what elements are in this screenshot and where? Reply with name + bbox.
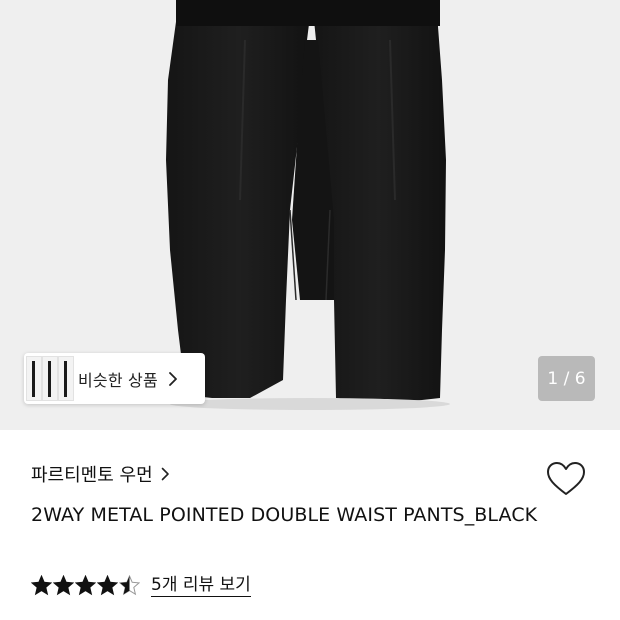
image-counter: 1 / 6 bbox=[538, 356, 595, 401]
chevron-right-icon bbox=[161, 467, 169, 481]
product-image-gallery[interactable]: 비슷한 상품 1 / 6 bbox=[0, 0, 620, 430]
star-icon bbox=[31, 575, 52, 596]
brand-link[interactable]: 파르티멘토 우먼 bbox=[31, 461, 170, 487]
similar-product-thumbnail bbox=[58, 356, 74, 401]
similar-product-thumbnail bbox=[42, 356, 58, 401]
star-icon bbox=[75, 575, 96, 596]
brand-name: 파르티멘토 우먼 bbox=[31, 465, 153, 486]
star-icon bbox=[119, 575, 140, 596]
rating-stars bbox=[31, 575, 141, 596]
similar-product-thumbnail bbox=[26, 356, 42, 401]
chevron-right-icon bbox=[168, 371, 177, 386]
similar-products-button[interactable]: 비슷한 상품 bbox=[24, 353, 205, 404]
product-title: 2WAY METAL POINTED DOUBLE WAIST PANTS_BL… bbox=[31, 504, 538, 526]
product-rating: 5개 리뷰 보기 bbox=[31, 574, 251, 597]
star-icon bbox=[97, 575, 118, 596]
heart-outline-icon[interactable] bbox=[546, 461, 586, 497]
similar-products-thumbnails bbox=[24, 353, 74, 404]
review-link[interactable]: 5개 리뷰 보기 bbox=[151, 574, 251, 597]
star-icon bbox=[53, 575, 74, 596]
similar-products-label: 비슷한 상품 bbox=[78, 370, 158, 390]
